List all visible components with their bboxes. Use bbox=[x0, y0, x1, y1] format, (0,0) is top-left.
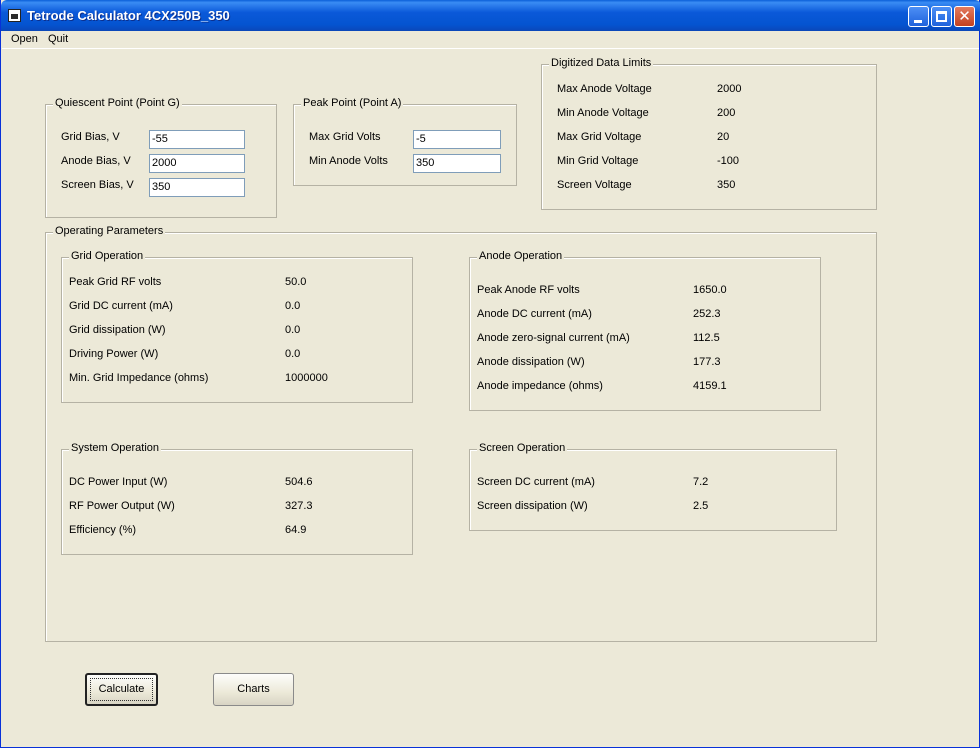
param-value: 252.3 bbox=[693, 308, 721, 320]
anode-operation-group: Anode Operation Peak Anode RF volts 1650… bbox=[469, 250, 821, 411]
data-limits-legend: Digitized Data Limits bbox=[549, 57, 654, 69]
param-label: Peak Grid RF volts bbox=[69, 276, 162, 288]
param-value: 64.9 bbox=[285, 524, 307, 536]
param-label: Anode zero-signal current (mA) bbox=[477, 332, 630, 344]
limit-label: Max Anode Voltage bbox=[557, 83, 652, 95]
maximize-button[interactable] bbox=[931, 6, 952, 27]
param-value: 0.0 bbox=[285, 300, 301, 312]
menu-quit[interactable]: Quit bbox=[48, 33, 68, 45]
operating-parameters-legend: Operating Parameters bbox=[53, 225, 166, 237]
close-button[interactable]: ✕ bbox=[954, 6, 975, 27]
max-grid-volts-input[interactable]: -5 bbox=[413, 130, 501, 149]
grid-operation-legend: Grid Operation bbox=[69, 250, 146, 262]
minimize-button[interactable] bbox=[908, 6, 929, 27]
system-operation-legend: System Operation bbox=[69, 442, 162, 454]
param-label: Anode impedance (ohms) bbox=[477, 380, 603, 392]
param-label: DC Power Input (W) bbox=[69, 476, 168, 488]
min-anode-volts-label: Min Anode Volts bbox=[309, 155, 388, 167]
app-icon[interactable] bbox=[8, 9, 21, 22]
limit-value: -100 bbox=[717, 155, 740, 167]
param-value: 327.3 bbox=[285, 500, 313, 512]
param-value: 504.6 bbox=[285, 476, 313, 488]
param-value: 0.0 bbox=[285, 348, 301, 360]
limit-value: 20 bbox=[717, 131, 730, 143]
param-value: 177.3 bbox=[693, 356, 721, 368]
app-window: Tetrode Calculator 4CX250B_350 ✕ Open Qu… bbox=[0, 0, 980, 748]
param-label: Grid DC current (mA) bbox=[69, 300, 173, 312]
data-limits-group: Digitized Data Limits Max Anode Voltage … bbox=[541, 57, 877, 210]
maximize-icon bbox=[936, 11, 947, 22]
param-value: 2.5 bbox=[693, 500, 709, 512]
param-label: Peak Anode RF volts bbox=[477, 284, 580, 296]
limit-label: Min Anode Voltage bbox=[557, 107, 649, 119]
quiescent-point-legend: Quiescent Point (Point G) bbox=[53, 97, 182, 109]
param-label: Anode dissipation (W) bbox=[477, 356, 585, 368]
max-grid-volts-label: Max Grid Volts bbox=[309, 131, 381, 143]
param-label: Efficiency (%) bbox=[69, 524, 137, 536]
param-label: Grid dissipation (W) bbox=[69, 324, 166, 336]
param-value: 7.2 bbox=[693, 476, 709, 488]
quiescent-point-group: Quiescent Point (Point G) Grid Bias, V -… bbox=[45, 97, 277, 218]
param-label: Anode DC current (mA) bbox=[477, 308, 592, 320]
grid-bias-input[interactable]: -55 bbox=[149, 130, 245, 149]
param-value: 1650.0 bbox=[693, 284, 727, 296]
param-value: 50.0 bbox=[285, 276, 307, 288]
limit-label: Min Grid Voltage bbox=[557, 155, 639, 167]
operating-parameters-group: Operating Parameters Grid Operation Peak… bbox=[45, 225, 877, 642]
peak-point-legend: Peak Point (Point A) bbox=[301, 97, 404, 109]
menu-bar: Open Quit bbox=[2, 31, 979, 49]
param-label: Min. Grid Impedance (ohms) bbox=[69, 372, 209, 384]
charts-button[interactable]: Charts bbox=[213, 673, 294, 706]
param-label: Screen dissipation (W) bbox=[477, 500, 588, 512]
grid-bias-label: Grid Bias, V bbox=[61, 131, 120, 143]
peak-point-group: Peak Point (Point A) Max Grid Volts -5 M… bbox=[293, 97, 517, 186]
menu-open[interactable]: Open bbox=[11, 33, 38, 45]
system-operation-group: System Operation DC Power Input (W) 504.… bbox=[61, 442, 413, 555]
limit-value: 2000 bbox=[717, 83, 742, 95]
limit-value: 200 bbox=[717, 107, 736, 119]
limit-label: Screen Voltage bbox=[557, 179, 632, 191]
title-bar[interactable]: Tetrode Calculator 4CX250B_350 ✕ bbox=[1, 0, 980, 31]
grid-operation-group: Grid Operation Peak Grid RF volts 50.0 G… bbox=[61, 250, 413, 403]
screen-bias-label: Screen Bias, V bbox=[61, 179, 134, 191]
limit-label: Max Grid Voltage bbox=[557, 131, 642, 143]
param-label: RF Power Output (W) bbox=[69, 500, 175, 512]
close-icon: ✕ bbox=[958, 8, 971, 25]
screen-operation-group: Screen Operation Screen DC current (mA) … bbox=[469, 442, 837, 531]
param-label: Driving Power (W) bbox=[69, 348, 159, 360]
param-value: 1000000 bbox=[285, 372, 328, 384]
param-value: 4159.1 bbox=[693, 380, 727, 392]
min-anode-volts-input[interactable]: 350 bbox=[413, 154, 501, 173]
param-value: 112.5 bbox=[693, 332, 720, 344]
minimize-icon bbox=[914, 20, 922, 23]
anode-bias-label: Anode Bias, V bbox=[61, 155, 131, 167]
anode-operation-legend: Anode Operation bbox=[477, 250, 565, 262]
limit-value: 350 bbox=[717, 179, 736, 191]
screen-bias-input[interactable]: 350 bbox=[149, 178, 245, 197]
param-label: Screen DC current (mA) bbox=[477, 476, 595, 488]
screen-operation-legend: Screen Operation bbox=[477, 442, 568, 454]
param-value: 0.0 bbox=[285, 324, 301, 336]
calculate-button[interactable]: Calculate bbox=[85, 673, 158, 706]
anode-bias-input[interactable]: 2000 bbox=[149, 154, 245, 173]
window-title: Tetrode Calculator 4CX250B_350 bbox=[27, 8, 230, 23]
